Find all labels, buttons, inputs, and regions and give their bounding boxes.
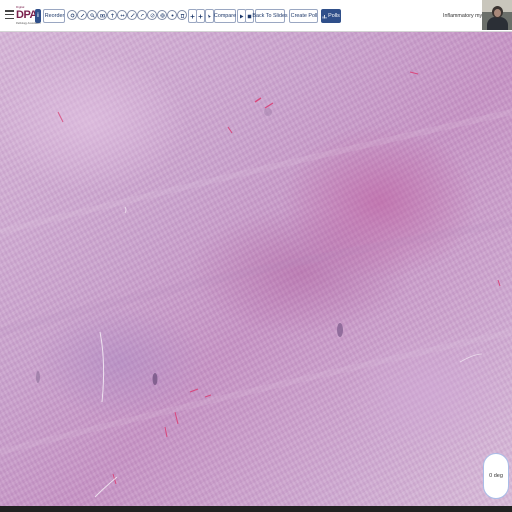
top-toolbar: Digital DPA Pathology Association i Reor… [0,0,512,32]
rotate-icon[interactable] [67,10,77,20]
create-poll-label: Create Poll [290,13,318,19]
dpa-logo: Digital DPA Pathology Association [16,6,40,26]
zoom-out-button[interactable] [196,9,205,23]
lasso-icon[interactable] [147,10,157,20]
create-poll-button[interactable]: Create Poll [289,9,318,23]
compare-button[interactable]: Compare [214,9,236,23]
presenter-video [482,0,512,30]
polls-icon [322,14,327,18]
rotation-dial[interactable]: 0 deg [483,453,509,499]
freehand-icon[interactable] [137,10,147,20]
reorder-button[interactable]: Reorder [43,9,65,23]
delete-icon[interactable] [177,10,187,20]
polls-button[interactable]: Polls [321,9,341,23]
zoom-out-icon [198,14,203,18]
play-icon [240,14,244,18]
logo-text: DPA [16,9,37,21]
stop-icon [247,14,252,18]
reorder-label: Reorder [44,13,65,19]
menu-icon[interactable] [5,10,14,19]
marker-icon[interactable] [107,10,117,20]
back-to-slides-label: Back To Slides [252,13,288,19]
ruler-icon[interactable] [117,10,127,20]
info-button[interactable]: i [35,9,41,23]
pen-icon[interactable] [77,10,87,20]
zoom-in-icon [190,14,195,18]
magnifier-icon[interactable] [87,10,97,20]
polls-label: Polls [328,13,340,19]
circle-tool-icon[interactable] [157,10,167,20]
camera-icon[interactable] [97,10,107,20]
pointer-icon [208,14,211,18]
slide-viewer[interactable] [0,32,512,512]
bottom-bar [0,506,512,512]
dot-tool-icon[interactable] [167,10,177,20]
rotation-label: 0 deg [489,473,503,479]
pointer-button[interactable] [205,9,214,23]
compare-label: Compare [213,13,237,19]
info-label: i [37,13,39,19]
back-to-slides-button[interactable]: Back To Slides [252,9,288,23]
brush-icon[interactable] [127,10,137,20]
tissue-texture [0,71,512,498]
